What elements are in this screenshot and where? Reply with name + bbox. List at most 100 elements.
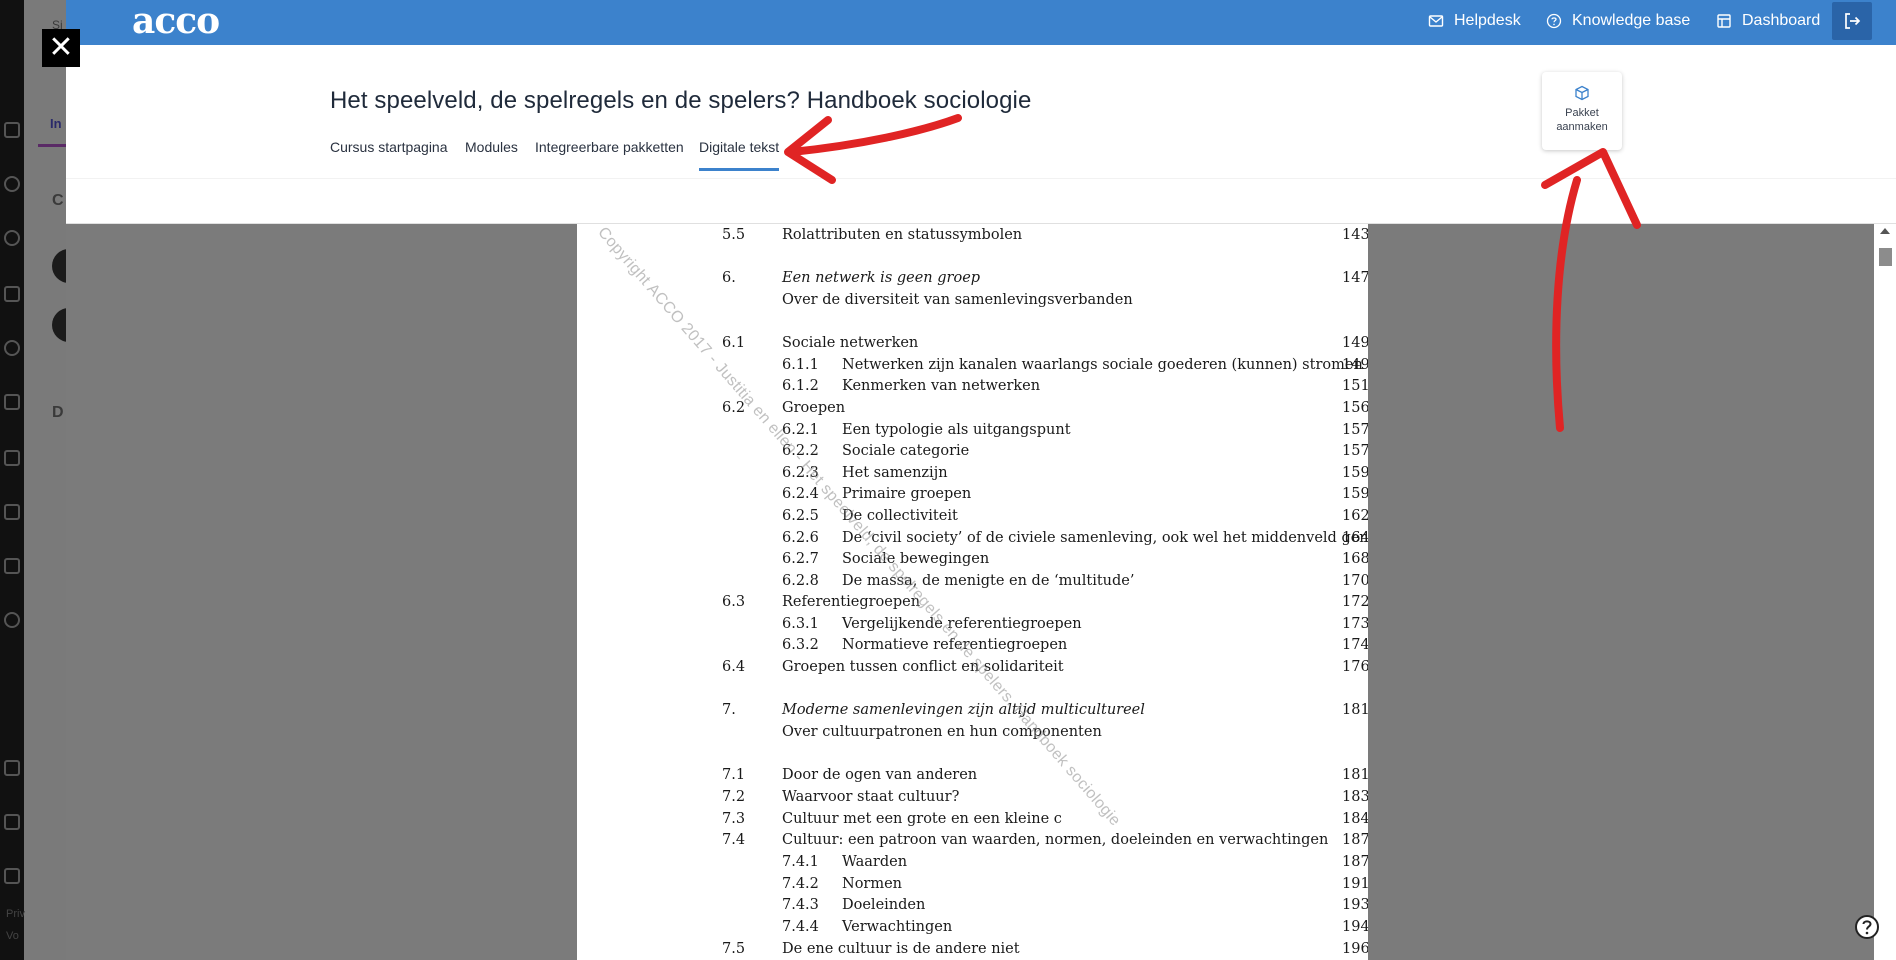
toc-page-number: 143 [1342, 227, 1368, 243]
toc-entry-title: Een netwerk is geen groep [782, 270, 981, 286]
tab-modules[interactable]: Modules [465, 139, 518, 167]
toc-page-number: 184 [1342, 811, 1368, 827]
toc-number: 6.1 [722, 335, 746, 351]
close-modal-button[interactable]: ✕ [42, 29, 80, 67]
question-circle-icon [1546, 13, 1562, 29]
toc-entry-title: Normen [842, 876, 903, 892]
toc-subnumber: 6.3.1 [782, 616, 819, 632]
toc-number: 7.1 [722, 767, 746, 783]
document-scrollbar[interactable] [1874, 224, 1896, 960]
scroll-thumb[interactable] [1879, 248, 1892, 266]
toc-page-number: 196 [1342, 941, 1368, 957]
toc-page-number: 170 [1342, 573, 1368, 589]
create-package-label-line1: Pakket [1565, 107, 1599, 119]
globe-icon [4, 230, 20, 246]
toc-page-number: 173 [1342, 616, 1368, 632]
knowledge-base-link[interactable]: Knowledge base [1546, 0, 1690, 42]
tab-digital-text[interactable]: Digitale tekst [699, 139, 780, 171]
toc-subnumber: 6.2.8 [782, 573, 819, 589]
top-navigation-bar: acco Helpdesk Knowledge base Dashboard [66, 0, 1896, 45]
toc-entry-title: Waarvoor staat cultuur? [782, 789, 960, 805]
scroll-up-arrow[interactable] [1880, 228, 1890, 234]
knowledge-base-label: Knowledge base [1572, 12, 1691, 29]
toc-subnumber: 6.2.6 [782, 530, 819, 546]
course-title: Het speelveld, de spelregels en de spele… [330, 87, 1032, 114]
toc-subnumber: 7.4.3 [782, 897, 819, 913]
helpdesk-label: Helpdesk [1454, 12, 1521, 29]
package-icon [1575, 85, 1589, 101]
refresh-icon [4, 612, 20, 628]
toc-page-number: 159 [1342, 486, 1368, 502]
toc-page-number: 191 [1342, 876, 1368, 892]
logout-icon [1845, 13, 1861, 29]
document-toolbar [66, 178, 1896, 224]
create-package-button[interactable]: Pakket aanmaken [1542, 72, 1622, 150]
toc-page-number: 176 [1342, 659, 1368, 675]
document-viewer[interactable]: 5.5 Rolattributen en statussymbolen 143 6. E… [66, 224, 1896, 960]
toc-number: 6.3 [722, 594, 746, 610]
toc-entry-title: Rolattributen en statussymbolen [782, 227, 1023, 243]
toc-entry-title: Referentiegroepen [782, 594, 921, 610]
book-icon [4, 286, 20, 302]
toc-subnumber: 6.3.2 [782, 637, 819, 653]
toc-page-number: 187 [1342, 832, 1368, 848]
toc-entry-title: Sociale categorie [842, 443, 970, 459]
toc-subnumber: 6.1.1 [782, 357, 819, 373]
toc-entry-title: Kenmerken van netwerken [842, 378, 1041, 394]
toc-page-number: 147 [1342, 270, 1368, 286]
logout-button[interactable] [1832, 2, 1872, 40]
tab-course-startpage[interactable]: Cursus startpagina [330, 139, 448, 167]
toc-page-number: 168 [1342, 551, 1368, 567]
toc-number: 7.2 [722, 789, 746, 805]
toc-entry-title: Waarden [842, 854, 908, 870]
digital-text-modal: acco Helpdesk Knowledge base Dashboard H… [66, 0, 1896, 960]
toc-entry-title: Groepen [782, 400, 846, 416]
background-text: D [52, 404, 64, 421]
dashboard-label: Dashboard [1742, 12, 1821, 29]
user-icon [4, 176, 20, 192]
toc-page-number: 149 [1342, 335, 1368, 351]
toc-page-number: 157 [1342, 443, 1368, 459]
toc-entry-title: Doeleinden [842, 897, 926, 913]
create-package-label-line2: aanmaken [1556, 121, 1608, 133]
help-icon[interactable] [1854, 914, 1880, 940]
toc-entry-title: De massa, de menigte en de ‘multitude’ [842, 573, 1135, 589]
mail-icon [1428, 15, 1444, 27]
toc-page-number: 172 [1342, 594, 1368, 610]
toc-subnumber: 6.2.7 [782, 551, 819, 567]
helpdesk-link[interactable]: Helpdesk [1428, 0, 1521, 42]
toc-number: 6.4 [722, 659, 746, 675]
edit-icon [4, 558, 20, 574]
settings-icon [4, 868, 20, 884]
bank-icon [4, 122, 20, 138]
toc-page-number: 187 [1342, 854, 1368, 870]
tab-integrable-packages[interactable]: Integreerbare pakketten [535, 139, 684, 167]
dashboard-link[interactable]: Dashboard [1716, 0, 1820, 42]
toc-page-number: 156 [1342, 400, 1368, 416]
toc-page-number: 151 [1342, 378, 1368, 394]
toc-page-number: 149 [1342, 357, 1368, 373]
acco-logo[interactable]: acco [132, 2, 220, 40]
background-active-underline [38, 144, 66, 147]
toc-page-number: 181 [1342, 767, 1368, 783]
monitor-icon [4, 760, 20, 776]
background-text: In [50, 116, 62, 131]
toc-entry-title: Vergelijkende referentiegroepen [842, 616, 1082, 632]
toc-entry-title: Groepen tussen conflict en solidariteit [782, 659, 1064, 675]
toc-page-number: 164 [1342, 530, 1368, 546]
document-page: 5.5 Rolattributen en statussymbolen 143 6. E… [577, 224, 1368, 960]
toc-page-number: 174 [1342, 637, 1368, 653]
toc-entry-title: Door de ogen van anderen [782, 767, 978, 783]
toc-entry-title: Netwerken zijn kanalen waarlangs sociale… [842, 357, 1363, 373]
toc-subnumber: 6.1.2 [782, 378, 819, 394]
toc-entry-title: Moderne samenlevingen zijn altijd multic… [782, 702, 1145, 718]
course-header: Het speelveld, de spelregels en de spele… [66, 45, 1896, 178]
toc-entry-title: Het samenzijn [842, 465, 948, 481]
link-icon [4, 814, 20, 830]
toc-subnumber: 7.4.4 [782, 919, 819, 935]
background-footer: Vo [6, 930, 19, 942]
toc-entry-title: Cultuur: een patroon van waarden, normen… [782, 832, 1329, 848]
toc-page-number: 162 [1342, 508, 1368, 524]
toc-number: 5.5 [722, 227, 746, 243]
toc-number: 7.4 [722, 832, 746, 848]
